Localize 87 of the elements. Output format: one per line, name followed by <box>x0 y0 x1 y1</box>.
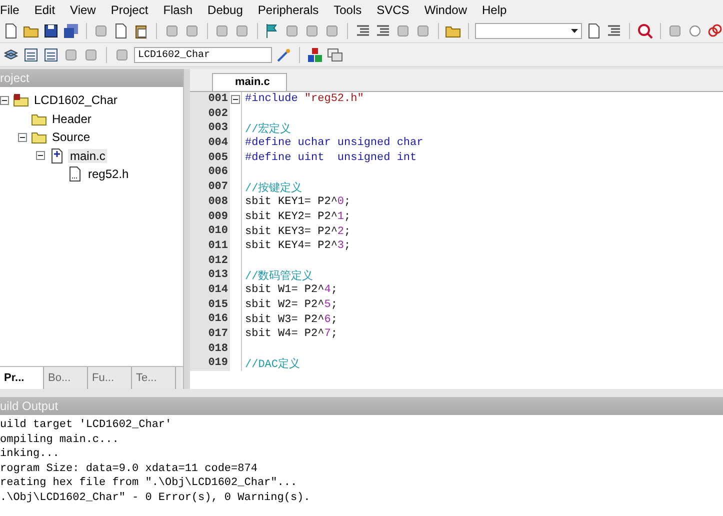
panel-title: uild Output <box>0 399 58 413</box>
code-line: //数码管定义 <box>245 268 314 284</box>
panel-tab[interactable]: Pr... <box>0 367 44 389</box>
line-number: 008 <box>190 194 230 210</box>
menu-item[interactable]: Tools <box>328 2 371 16</box>
line-number: 015 <box>190 298 230 312</box>
expand-toggle[interactable] <box>18 132 28 142</box>
line-number: 002 <box>190 106 230 122</box>
panel-tab[interactable]: Fu... <box>88 367 132 389</box>
project-icon <box>13 92 29 108</box>
code-line: sbit W3= P2^6; <box>245 314 338 326</box>
wand-icon[interactable] <box>276 46 292 62</box>
panel-tab[interactable]: Bo... <box>44 367 88 389</box>
compile-icon[interactable] <box>23 46 39 62</box>
code-line: #define uint unsigned int <box>245 152 417 164</box>
output-line: rogram Size: data=9.0 xdata=11 code=874 <box>0 462 258 476</box>
output-line: uild target 'LCD1602_Char' <box>0 419 173 433</box>
paste-icon[interactable] <box>133 22 150 38</box>
target-dropdown[interactable]: LCD1602_Char <box>134 46 272 62</box>
tree-item[interactable]: LCD1602_Char <box>32 93 120 108</box>
code-line: #define uchar unsigned char <box>245 137 424 150</box>
line-number: 004 <box>190 136 230 151</box>
line-number: 017 <box>190 327 230 342</box>
line-number: 005 <box>190 150 230 166</box>
code-line: sbit W1= P2^4; <box>245 284 338 296</box>
menu-item[interactable]: File <box>0 2 28 16</box>
code-line: //DAC定义 <box>245 356 300 372</box>
output-line: ompiling main.c... <box>0 434 120 448</box>
rebuild-icon[interactable] <box>43 46 59 62</box>
line-number: 014 <box>190 282 230 298</box>
line-number: 019 <box>190 356 230 372</box>
file-icon <box>67 166 83 182</box>
file-tab[interactable]: main.c <box>212 73 287 91</box>
line-number: 018 <box>190 342 230 356</box>
caret-icon[interactable] <box>571 28 578 34</box>
blocks-icon[interactable] <box>307 46 323 62</box>
expand-toggle[interactable] <box>36 151 46 160</box>
menu-item[interactable]: Edit <box>28 2 64 16</box>
tree-item[interactable]: Header <box>50 112 94 126</box>
tree-item[interactable]: Source <box>50 130 92 144</box>
line-number: 001 <box>190 92 230 107</box>
panel-tab[interactable]: Te... <box>132 367 176 389</box>
code-line: sbit KEY4= P2^3; <box>245 240 351 252</box>
menu-item[interactable]: Help <box>476 2 516 16</box>
menu-item[interactable]: Flash <box>157 2 202 16</box>
code-line: sbit KEY3= P2^2; <box>245 226 351 238</box>
unindent-icon[interactable] <box>374 22 391 38</box>
code-line: sbit W2= P2^5; <box>245 298 338 311</box>
search-icon[interactable] <box>636 22 653 38</box>
fold-toggle[interactable] <box>231 94 240 104</box>
code-line: //按键定义 <box>245 180 302 195</box>
expand-toggle[interactable] <box>0 96 10 105</box>
menu-item[interactable]: Peripherals <box>252 2 328 16</box>
line-number: 006 <box>190 165 230 180</box>
save-all-icon[interactable] <box>63 22 79 38</box>
line-number: 016 <box>190 312 230 327</box>
tree-item[interactable]: main.c <box>68 148 108 163</box>
line-number: 003 <box>190 121 230 136</box>
line-number: 007 <box>190 180 230 195</box>
new-file-icon[interactable] <box>3 22 19 38</box>
line-number: 010 <box>190 224 230 239</box>
document-icon[interactable] <box>586 22 602 38</box>
line-number: 012 <box>190 254 230 268</box>
menu-item[interactable]: Debug <box>202 2 252 16</box>
indent-icon[interactable] <box>354 22 371 38</box>
code-line: sbit KEY2= P2^1; <box>245 210 351 223</box>
menu-item[interactable]: Window <box>418 2 476 16</box>
code-line: sbit W4= P2^7; <box>245 328 338 340</box>
chain-icon[interactable] <box>707 22 723 38</box>
output-line: reating hex file from ".\Obj\LCD1602_Char"... <box>0 477 298 491</box>
menu-item[interactable]: View <box>64 2 105 16</box>
line-number: 013 <box>190 268 230 283</box>
build-icon[interactable] <box>3 46 19 62</box>
file-icon <box>49 148 65 164</box>
output-line: .\Obj\LCD1602_Char" - 0 Error(s), 0 Warning(s). <box>0 492 312 506</box>
line-number: 009 <box>190 210 230 224</box>
tree-item[interactable]: reg52.h <box>86 167 131 182</box>
code-line: //宏定义 <box>245 122 292 136</box>
line-number: 011 <box>190 238 230 254</box>
output-line: inking... <box>0 448 60 462</box>
code-line: sbit KEY1= P2^0; <box>245 196 351 208</box>
panel-title: roject <box>0 71 30 85</box>
menu-item[interactable]: SVCS <box>370 2 418 16</box>
code-line: #include "reg52.h" <box>245 93 364 106</box>
windows-icon[interactable] <box>327 46 343 62</box>
menu-item[interactable]: Project <box>104 2 158 16</box>
save-icon[interactable] <box>43 22 59 38</box>
